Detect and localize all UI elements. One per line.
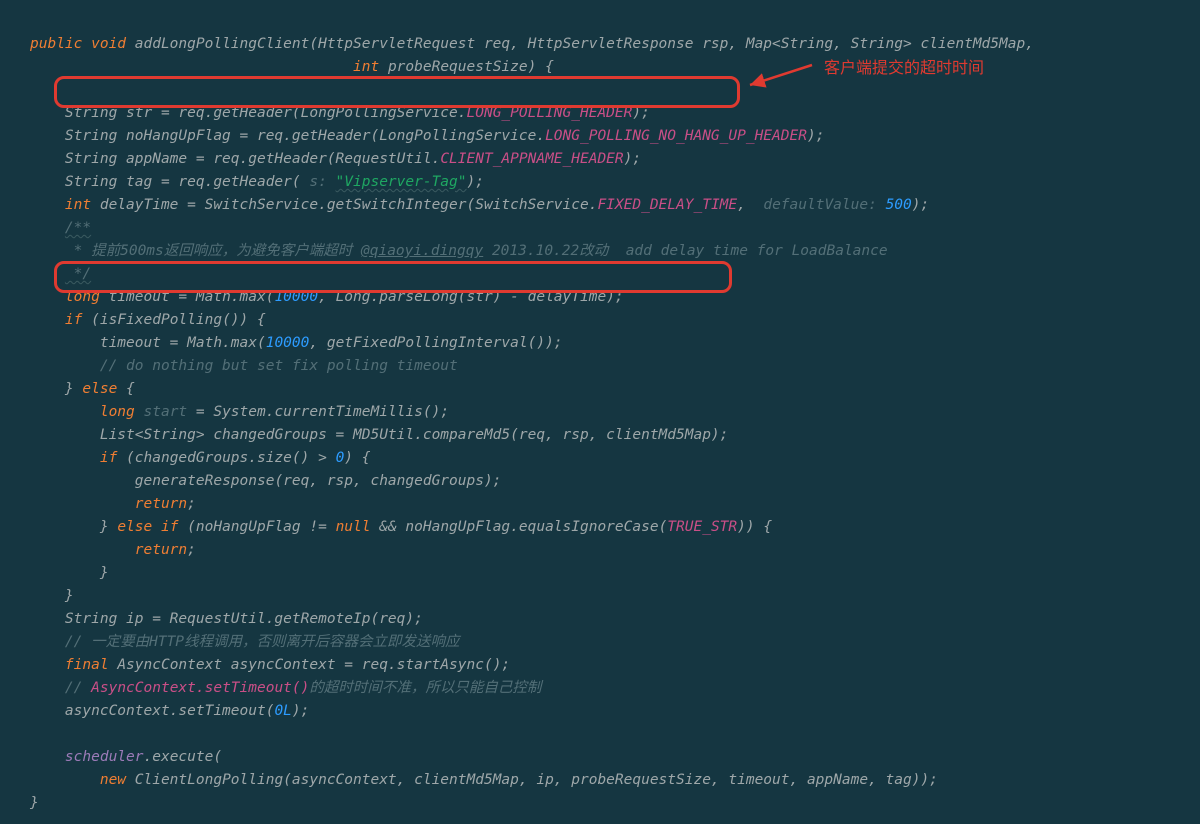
line: return; <box>30 496 196 512</box>
line: if (changedGroups.size() > 0) { <box>30 450 371 466</box>
line: // AsyncContext.setTimeout()的超时时间不准，所以只能… <box>30 680 541 696</box>
line: // do nothing but set fix polling timeou… <box>30 358 458 374</box>
line: String ip = RequestUtil.getRemoteIp(req)… <box>30 611 423 627</box>
line: String appName = req.getHeader(RequestUt… <box>30 151 641 167</box>
line: int delayTime = SwitchService.getSwitchI… <box>30 197 929 213</box>
line: final AsyncContext asyncContext = req.st… <box>30 657 510 673</box>
line: } else if (noHangUpFlag != null && noHan… <box>30 519 772 535</box>
line: */ <box>30 266 91 282</box>
line: int probeRequestSize) { <box>30 59 554 75</box>
line: String tag = req.getHeader( s: "Vipserve… <box>30 174 484 190</box>
line: } <box>30 795 39 811</box>
line: if (isFixedPolling()) { <box>30 312 266 328</box>
line: String str = req.getHeader(LongPollingSe… <box>30 105 650 121</box>
line: new ClientLongPolling(asyncContext, clie… <box>30 772 938 788</box>
line: scheduler.execute( <box>30 749 222 765</box>
line: // 一定要由HTTP线程调用，否则离开后容器会立即发送响应 <box>30 634 460 650</box>
line: timeout = Math.max(10000, getFixedPollin… <box>30 335 563 351</box>
line: generateResponse(req, rsp, changedGroups… <box>30 473 501 489</box>
line: * 提前500ms返回响应，为避免客户端超时 @qiaoyi.dingqy 20… <box>30 243 888 259</box>
line: } <box>30 565 109 581</box>
line: asyncContext.setTimeout(0L); <box>30 703 309 719</box>
line: public void addLongPollingClient(HttpSer… <box>30 36 1034 52</box>
line: } <box>30 588 74 604</box>
line: return; <box>30 542 196 558</box>
line: String noHangUpFlag = req.getHeader(Long… <box>30 128 824 144</box>
line: long timeout = Math.max(10000, Long.pars… <box>30 289 624 305</box>
code-editor[interactable]: public void addLongPollingClient(HttpSer… <box>0 0 1200 815</box>
line: } else { <box>30 381 135 397</box>
annotation-label: 客户端提交的超时时间 <box>824 57 984 80</box>
line: List<String> changedGroups = MD5Util.com… <box>30 427 728 443</box>
line: long start = System.currentTimeMillis(); <box>30 404 449 420</box>
line: /** <box>30 220 91 236</box>
